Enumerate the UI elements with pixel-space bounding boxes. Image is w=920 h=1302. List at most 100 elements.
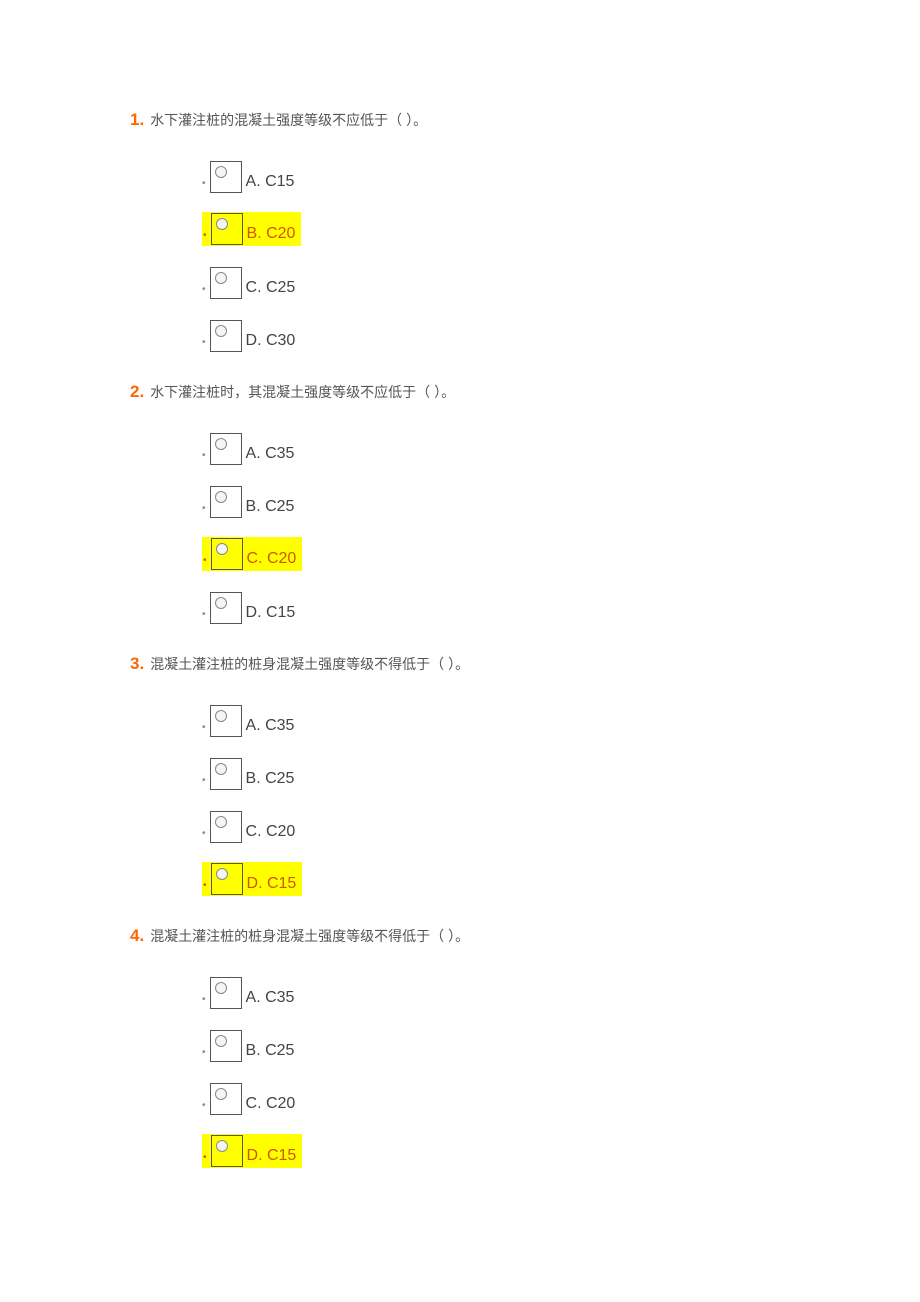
radio-circle-icon: [215, 763, 227, 775]
option-label: C. C25: [244, 279, 300, 299]
radio-circle-icon: [215, 816, 227, 828]
question-2: 2.水下灌注桩时，其混凝土强度等级不应低于（ ）。•A. C35•B. C25•…: [130, 382, 790, 624]
bullet-icon: •: [202, 337, 206, 352]
radio-circle-icon: [216, 1140, 228, 1152]
highlighted-option: •D. C15: [202, 862, 302, 896]
option-label: B. C25: [244, 770, 299, 790]
radio-input[interactable]: [211, 213, 243, 245]
option-label: B. C25: [244, 1042, 299, 1062]
radio-input[interactable]: [211, 1135, 243, 1167]
question-3: 3. 混凝土灌注桩的桩身混凝土强度等级不得低于（ ）。 • A. C35 • B. C25…: [130, 654, 790, 896]
bullet-icon: •: [203, 1152, 207, 1167]
bullet-icon: •: [202, 994, 206, 1009]
bullet-icon: •: [202, 609, 206, 624]
radio-input[interactable]: [210, 433, 242, 465]
highlighted-option: •C. C20: [202, 537, 302, 571]
bullet-icon: •: [202, 722, 206, 737]
option: • A. C35: [202, 427, 790, 465]
option-label: C. C20: [244, 1095, 300, 1115]
radio-circle-icon: [216, 218, 228, 230]
radio-circle-icon: [215, 982, 227, 994]
option: • A. C35: [202, 699, 790, 737]
bullet-icon: •: [202, 503, 206, 518]
radio-circle-icon: [215, 1035, 227, 1047]
option: • B. C20: [202, 208, 790, 246]
question-header: 2. 水下灌注桩时，其混凝土强度等级不应低于（ ）。: [130, 382, 790, 402]
option-label: A. C15: [244, 173, 299, 193]
radio-circle-icon: [216, 543, 228, 555]
bullet-icon: •: [202, 284, 206, 299]
question-header: 1. 水下灌注桩的混凝土强度等级不应低于（ ）。: [130, 110, 790, 130]
option-label: C. C20: [245, 550, 301, 570]
option: •D. C15: [202, 858, 790, 896]
options-list: • A. C15 • B. C20 • C. C25 • D. C30: [202, 155, 790, 352]
option: •C. C20: [202, 533, 790, 571]
question-text: 水下灌注桩时，其混凝土强度等级不应低于（ ）。: [150, 382, 455, 402]
question-text: 水下灌注桩的混凝土强度等级不应低于（ ）。: [150, 110, 427, 130]
question-header: 3. 混凝土灌注桩的桩身混凝土强度等级不得低于（ ）。: [130, 654, 790, 674]
option-label: D. C30: [244, 332, 300, 352]
bullet-icon: •: [203, 230, 207, 245]
option-label: D. C15: [245, 875, 301, 895]
quiz-content: 1.水下灌注桩的混凝土强度等级不应低于（ ）。•A. C15•B. C20•C.…: [130, 110, 790, 1168]
radio-input[interactable]: [210, 977, 242, 1009]
options-list: • A. C35 • B. C25 • C. C20 • D. C15: [202, 971, 790, 1168]
radio-input[interactable]: [211, 863, 243, 895]
option-label: A. C35: [244, 717, 299, 737]
option: • C. C25: [202, 261, 790, 299]
radio-circle-icon: [215, 710, 227, 722]
option-label: A. C35: [244, 445, 299, 465]
option: • C. C20: [202, 805, 790, 843]
bullet-icon: •: [202, 775, 206, 790]
bullet-icon: •: [202, 1100, 206, 1115]
options-list: • A. C35 • B. C25 •C. C20 • D. C15: [202, 427, 790, 624]
radio-input[interactable]: [210, 758, 242, 790]
option-label: B. C20: [245, 225, 300, 245]
option: • B. C25: [202, 480, 790, 518]
bullet-icon: •: [202, 1047, 206, 1062]
option: • D. C30: [202, 314, 790, 352]
options-list: • A. C35 • B. C25 • C. C20 •D. C15: [202, 699, 790, 896]
question-number: 1.: [130, 110, 144, 130]
question-header: 4. 混凝土灌注桩的桩身混凝土强度等级不得低于（ ）。: [130, 926, 790, 946]
radio-input[interactable]: [210, 486, 242, 518]
option-label: C. C20: [244, 823, 300, 843]
option: • C. C20: [202, 1077, 790, 1115]
radio-circle-icon: [215, 438, 227, 450]
radio-input[interactable]: [211, 538, 243, 570]
radio-input[interactable]: [210, 320, 242, 352]
radio-circle-icon: [215, 1088, 227, 1100]
radio-circle-icon: [215, 325, 227, 337]
question-4: 4. 混凝土灌注桩的桩身混凝土强度等级不得低于（ ）。 • A. C35 • B. C25…: [130, 926, 790, 1168]
question-number: 3.: [130, 654, 144, 674]
option: • A. C15: [202, 155, 790, 193]
radio-circle-icon: [216, 868, 228, 880]
question-number: 4.: [130, 926, 144, 946]
radio-circle-icon: [215, 491, 227, 503]
option: • B. C25: [202, 752, 790, 790]
radio-input[interactable]: [210, 705, 242, 737]
highlighted-option: • D. C15: [202, 1134, 302, 1168]
bullet-icon: •: [202, 178, 206, 193]
radio-input[interactable]: [210, 267, 242, 299]
option: • B. C25: [202, 1024, 790, 1062]
option-label: B. C25: [244, 498, 299, 518]
radio-circle-icon: [215, 272, 227, 284]
option: • D. C15: [202, 586, 790, 624]
radio-circle-icon: [215, 597, 227, 609]
option-label: D. C15: [245, 1147, 301, 1167]
bullet-icon: •: [202, 450, 206, 465]
option: • D. C15: [202, 1130, 790, 1168]
option-label: A. C35: [244, 989, 299, 1009]
option-label: D. C15: [244, 604, 300, 624]
question-text: 混凝土灌注桩的桩身混凝土强度等级不得低于（ ）。: [150, 654, 469, 674]
bullet-icon: •: [202, 828, 206, 843]
radio-input[interactable]: [210, 811, 242, 843]
radio-input[interactable]: [210, 592, 242, 624]
radio-input[interactable]: [210, 1083, 242, 1115]
question-number: 2.: [130, 382, 144, 402]
question-text: 混凝土灌注桩的桩身混凝土强度等级不得低于（ ）。: [150, 926, 469, 946]
radio-input[interactable]: [210, 161, 242, 193]
radio-circle-icon: [215, 166, 227, 178]
radio-input[interactable]: [210, 1030, 242, 1062]
